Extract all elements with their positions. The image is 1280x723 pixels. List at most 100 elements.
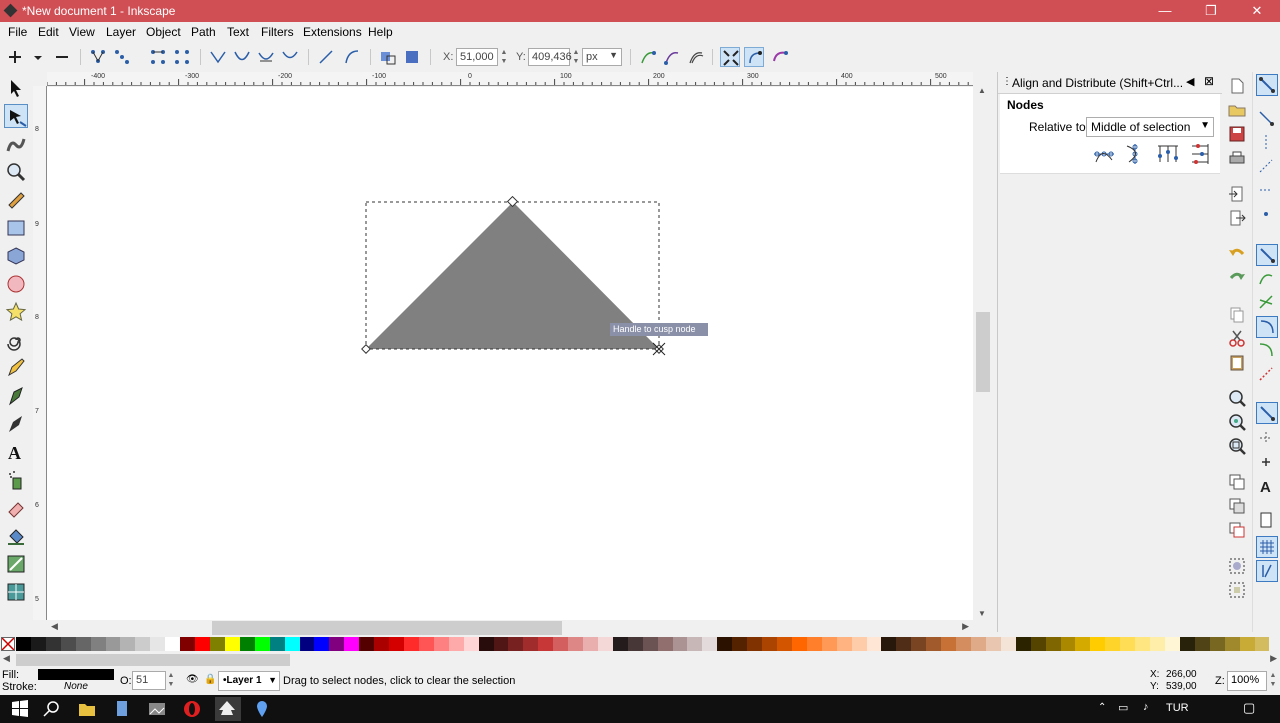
snap-page-border-icon[interactable] (1256, 510, 1278, 532)
dock-close-icon[interactable]: ⊠ (1204, 74, 1214, 88)
scroll-right-icon[interactable]: ▶ (1270, 653, 1277, 664)
color-swatch[interactable] (418, 637, 434, 651)
color-swatch[interactable] (732, 637, 748, 651)
notifications-icon[interactable]: ▢ (1243, 700, 1255, 716)
color-swatch[interactable] (1254, 637, 1270, 651)
ellipse-tool-icon[interactable] (4, 272, 28, 296)
zoom-spinner[interactable]: ▲ ▼ (1268, 671, 1278, 689)
color-swatch[interactable] (314, 637, 330, 651)
color-swatch[interactable] (941, 637, 957, 651)
image-viewer-icon[interactable] (145, 697, 171, 721)
snap-bbox-corners-icon[interactable] (1256, 156, 1278, 178)
spiral-tool-icon[interactable] (4, 328, 28, 352)
copy-icon[interactable] (1227, 304, 1247, 324)
snap-intersections-icon[interactable] (1256, 292, 1278, 314)
color-swatch[interactable] (60, 637, 76, 651)
zoom-page-icon[interactable] (1227, 436, 1247, 456)
color-swatch[interactable] (45, 637, 61, 651)
delete-segment-icon[interactable] (172, 47, 192, 67)
color-swatch[interactable] (180, 637, 196, 651)
menu-edit[interactable]: Edit (38, 25, 59, 39)
color-swatch[interactable] (374, 637, 390, 651)
symmetric-node-icon[interactable] (256, 47, 276, 67)
zoom-tool-icon[interactable] (4, 160, 28, 184)
menu-object[interactable]: Object (146, 25, 181, 39)
maximize-button[interactable]: ❐ (1188, 0, 1234, 22)
show-clipping-path-icon[interactable] (770, 47, 790, 67)
export-icon[interactable] (1227, 208, 1247, 228)
color-swatch[interactable] (1000, 637, 1016, 651)
color-swatch[interactable] (597, 637, 613, 651)
distribute-nodes-vertical-icon[interactable] (1188, 142, 1212, 166)
segment-line-icon[interactable] (316, 47, 336, 67)
snap-text-baseline-icon[interactable]: A (1256, 476, 1278, 498)
join-segment-icon[interactable] (148, 47, 168, 67)
color-swatch[interactable] (16, 637, 31, 651)
color-swatch[interactable] (1075, 637, 1091, 651)
scroll-right-icon[interactable]: ▶ (962, 621, 969, 632)
snap-bbox-icon[interactable] (1256, 108, 1278, 130)
paste-icon[interactable] (1227, 352, 1247, 372)
menu-text[interactable]: Text (227, 25, 249, 39)
mesh-tool-icon[interactable] (4, 580, 28, 604)
color-swatch[interactable] (448, 637, 464, 651)
snap-cusp-nodes-icon[interactable] (1256, 316, 1278, 338)
color-swatch[interactable] (538, 637, 554, 651)
tweak-tool-icon[interactable] (4, 132, 28, 156)
layer-lock-icon[interactable]: 🔒 (204, 674, 216, 685)
color-swatch[interactable] (612, 637, 628, 651)
tray-network-icon[interactable]: ⌃ (1098, 702, 1106, 713)
snap-guide-icon[interactable] (1256, 560, 1278, 582)
color-swatch[interactable] (359, 637, 375, 651)
snap-paths-icon[interactable] (1256, 268, 1278, 290)
cusp-node-icon[interactable] (208, 47, 228, 67)
color-swatch[interactable] (209, 637, 225, 651)
maps-app-icon[interactable] (250, 697, 276, 721)
measure-tool-icon[interactable] (4, 188, 28, 212)
zoom-selection-icon[interactable] (1227, 388, 1247, 408)
color-swatch[interactable] (1030, 637, 1046, 651)
color-swatch[interactable] (672, 637, 688, 651)
color-swatch[interactable] (30, 637, 46, 651)
no-paint-swatch[interactable] (1, 637, 15, 651)
join-nodes-icon[interactable] (88, 47, 108, 67)
color-swatch[interactable] (1120, 637, 1136, 651)
save-icon[interactable] (1227, 124, 1247, 144)
color-swatch[interactable] (1239, 637, 1255, 651)
color-swatch[interactable] (344, 637, 360, 651)
pen-tool-icon[interactable] (4, 384, 28, 408)
unlink-clone-icon[interactable] (1227, 520, 1247, 540)
color-swatch[interactable] (1090, 637, 1106, 651)
opacity-spinner[interactable]: ▲ ▼ (166, 671, 176, 689)
star-tool-icon[interactable] (4, 300, 28, 324)
snap-nodes-icon[interactable] (1256, 244, 1278, 266)
redo-icon[interactable] (1227, 268, 1247, 288)
menu-help[interactable]: Help (368, 25, 393, 39)
snap-object-centers-icon[interactable] (1256, 428, 1278, 450)
color-swatch[interactable] (1105, 637, 1121, 651)
color-swatch[interactable] (105, 637, 121, 651)
scroll-thumb[interactable] (976, 312, 990, 392)
color-swatch[interactable] (329, 637, 345, 651)
import-icon[interactable] (1227, 184, 1247, 204)
align-nodes-vertical-icon[interactable] (1123, 142, 1147, 166)
snap-bbox-centers-icon[interactable] (1256, 204, 1278, 226)
color-swatch[interactable] (239, 637, 255, 651)
snap-smooth-nodes-icon[interactable] (1256, 340, 1278, 362)
close-button[interactable]: ✕ (1234, 0, 1280, 22)
color-swatch[interactable] (403, 637, 419, 651)
color-swatch[interactable] (1194, 637, 1210, 651)
color-swatch[interactable] (1164, 637, 1180, 651)
ungroup-icon[interactable] (1227, 580, 1247, 600)
snap-others-icon[interactable] (1256, 402, 1278, 424)
language-indicator[interactable]: TUR (1166, 702, 1189, 714)
break-path-icon[interactable] (112, 47, 132, 67)
color-swatch[interactable] (956, 637, 971, 651)
color-swatch[interactable] (836, 637, 852, 651)
color-swatch[interactable] (1224, 637, 1240, 651)
clone-icon[interactable] (1227, 496, 1247, 516)
color-swatch[interactable] (821, 637, 837, 651)
color-swatch[interactable] (717, 637, 733, 651)
unit-select[interactable]: px ▼ (582, 48, 622, 66)
duplicate-icon[interactable] (1227, 472, 1247, 492)
